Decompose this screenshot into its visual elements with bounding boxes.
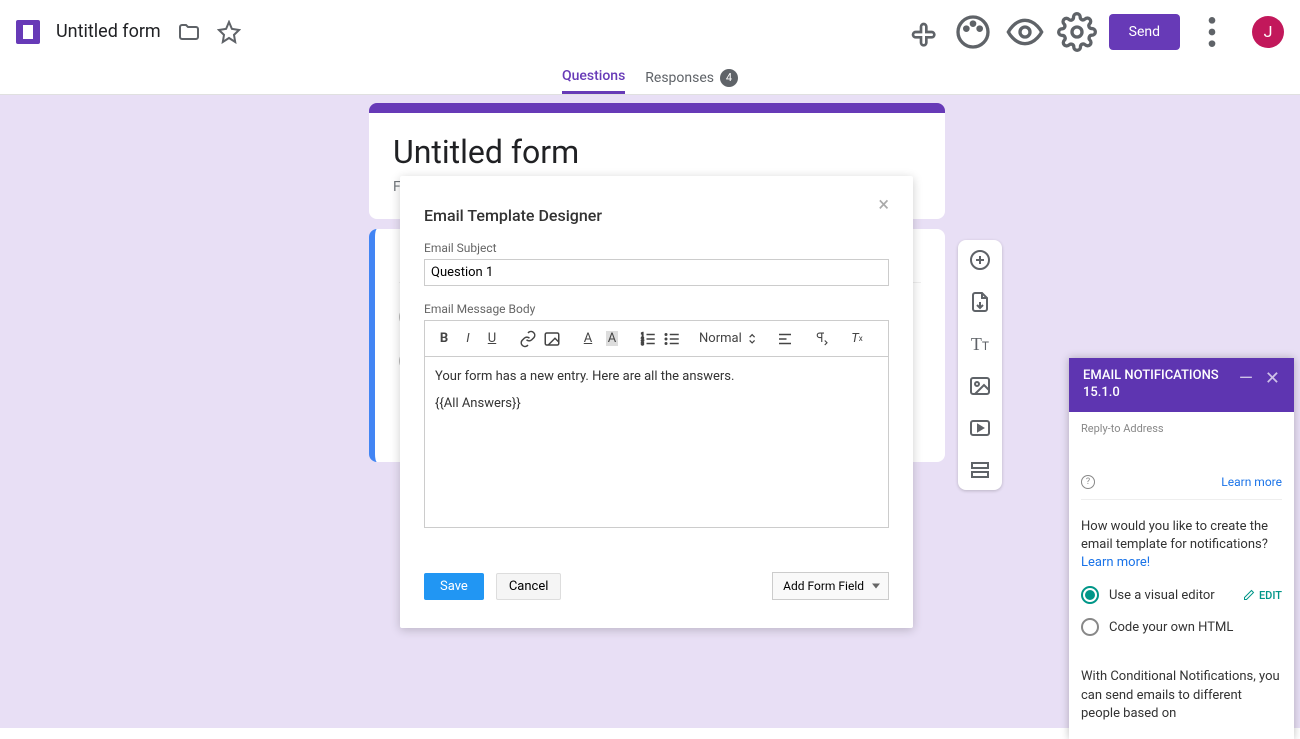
option-code-html[interactable]: Code your own HTML xyxy=(1081,618,1282,636)
workspace: Untitled form Fo TT Email Template Desig… xyxy=(0,95,1300,728)
user-avatar[interactable]: J xyxy=(1252,16,1284,48)
reply-to-label: Reply-to Address xyxy=(1081,422,1282,435)
more-icon[interactable] xyxy=(1192,12,1232,52)
add-title-icon[interactable]: TT xyxy=(968,332,992,356)
rtl-icon[interactable] xyxy=(812,330,830,348)
body-line-2: {{All Answers}} xyxy=(435,396,878,411)
modal-close-icon[interactable]: × xyxy=(878,192,889,225)
tab-responses-label: Responses xyxy=(645,70,714,86)
tab-responses[interactable]: Responses 4 xyxy=(645,63,738,94)
align-icon[interactable] xyxy=(776,330,794,348)
email-template-modal: Email Template Designer × Email Subject … xyxy=(400,176,913,628)
form-title[interactable]: Untitled form xyxy=(56,21,161,42)
cancel-button[interactable]: Cancel xyxy=(496,573,562,600)
option-visual-editor[interactable]: Use a visual editor EDIT xyxy=(1081,586,1282,604)
tab-questions[interactable]: Questions xyxy=(562,63,625,94)
italic-icon[interactable]: I xyxy=(459,330,477,348)
link-icon[interactable] xyxy=(519,330,537,348)
minimize-icon[interactable]: — xyxy=(1239,368,1253,389)
clear-format-icon[interactable]: Tx xyxy=(848,330,866,348)
svg-text:3: 3 xyxy=(641,341,644,347)
image-icon[interactable] xyxy=(543,330,561,348)
ordered-list-icon[interactable]: 123 xyxy=(639,330,657,348)
responses-count-badge: 4 xyxy=(720,69,738,87)
underline-icon[interactable]: U xyxy=(483,330,501,348)
edit-button[interactable]: EDIT xyxy=(1243,589,1282,602)
editor-toolbar: B I U A A 123 xyxy=(425,321,888,357)
question-toolbar: TT xyxy=(958,240,1002,490)
add-image-icon[interactable] xyxy=(968,374,992,398)
forms-app-icon xyxy=(16,20,40,44)
help-icon[interactable]: ? xyxy=(1081,475,1095,489)
format-select[interactable]: Normal xyxy=(699,331,756,346)
text-color-icon[interactable]: A xyxy=(579,330,597,348)
settings-icon[interactable] xyxy=(1057,12,1097,52)
preview-icon[interactable] xyxy=(1005,12,1045,52)
bg-color-icon[interactable]: A xyxy=(603,330,621,348)
learn-more-link[interactable]: Learn more xyxy=(1221,475,1282,489)
bullet-list-icon[interactable] xyxy=(663,330,681,348)
modal-title: Email Template Designer xyxy=(424,206,602,225)
add-form-field-dropdown[interactable]: Add Form Field xyxy=(772,572,889,600)
palette-icon[interactable] xyxy=(953,12,993,52)
close-panel-icon[interactable]: ✕ xyxy=(1265,368,1280,389)
rich-text-editor: B I U A A 123 xyxy=(424,320,889,528)
learn-more-inline-link[interactable]: Learn more! xyxy=(1081,555,1150,570)
app-header: Untitled form Send J xyxy=(0,0,1300,63)
addons-icon[interactable] xyxy=(901,12,941,52)
subject-input[interactable] xyxy=(424,259,889,286)
save-button[interactable]: Save xyxy=(424,573,484,600)
editor-body[interactable]: Your form has a new entry. Here are all … xyxy=(425,357,888,527)
bold-icon[interactable]: B xyxy=(435,330,453,348)
form-title-text[interactable]: Untitled form xyxy=(393,133,921,171)
body-line-1: Your form has a new entry. Here are all … xyxy=(435,369,878,384)
send-button[interactable]: Send xyxy=(1109,14,1180,50)
panel-question: How would you like to create the email t… xyxy=(1081,518,1282,573)
add-question-icon[interactable] xyxy=(968,248,992,272)
folder-icon[interactable] xyxy=(177,20,201,44)
add-video-icon[interactable] xyxy=(968,416,992,440)
panel-title: EMAIL NOTIFICATIONS 15.1.0 xyxy=(1083,368,1219,402)
add-section-icon[interactable] xyxy=(968,458,992,482)
email-notifications-panel: EMAIL NOTIFICATIONS 15.1.0 — ✕ Reply-to … xyxy=(1069,358,1294,739)
panel-footer-text: With Conditional Notifications, you can … xyxy=(1081,668,1282,723)
import-questions-icon[interactable] xyxy=(968,290,992,314)
body-label: Email Message Body xyxy=(424,302,889,316)
subject-label: Email Subject xyxy=(424,241,889,255)
tabs: Questions Responses 4 xyxy=(0,63,1300,95)
star-icon[interactable] xyxy=(217,20,241,44)
